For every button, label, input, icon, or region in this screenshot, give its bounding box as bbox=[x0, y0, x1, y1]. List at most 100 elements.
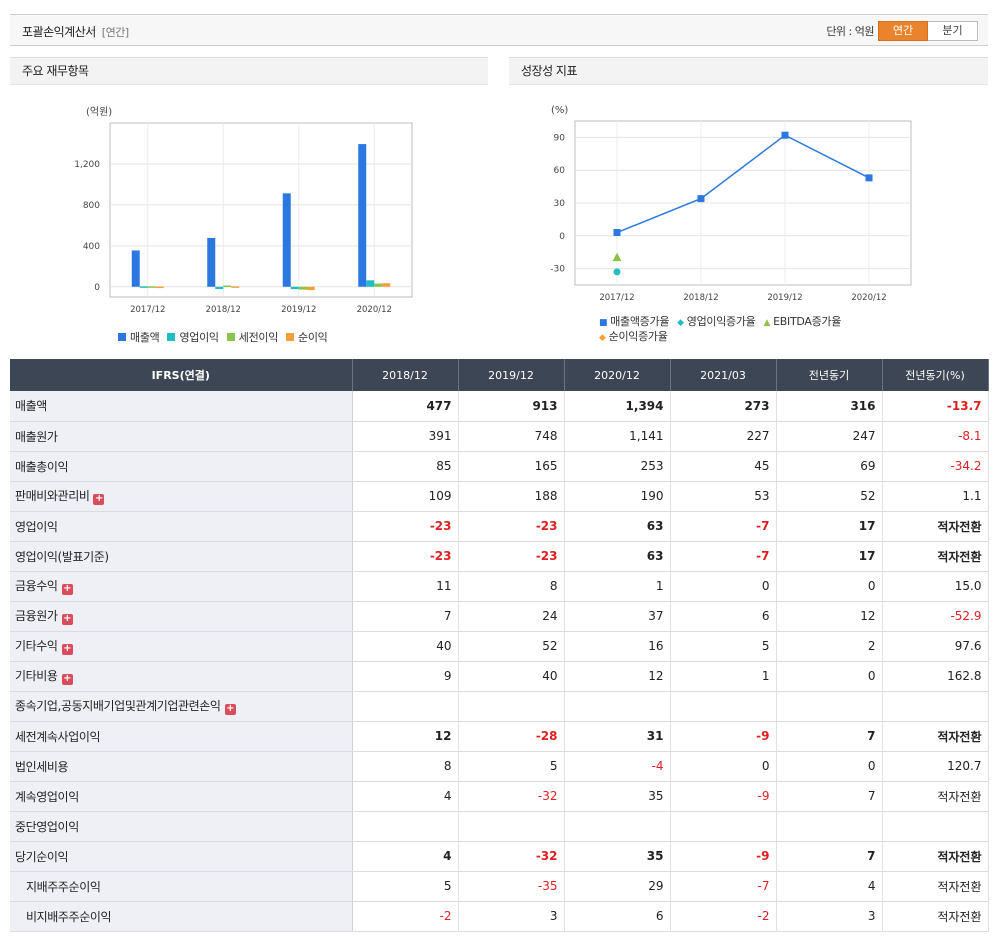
table-cell: -23 bbox=[352, 541, 459, 572]
financial-items-chart: 0 400 800 1,200 2017/12 2018/12 2019/12 2020/12… bbox=[74, 106, 413, 315]
legend-label: EBITDA증가율 bbox=[773, 315, 842, 328]
table-row: 금융원가 +7 24 37 6 12 -52.9 bbox=[10, 601, 989, 632]
legend-marker-icon: ■ bbox=[599, 318, 608, 328]
legend-item[interactable]: ◆ 순이익증가율 bbox=[599, 330, 668, 345]
table-cell: -23 bbox=[458, 541, 565, 572]
bar-순이익[interactable] bbox=[155, 286, 164, 289]
expand-plus-icon[interactable]: + bbox=[61, 584, 73, 595]
table-cell: 35 bbox=[564, 781, 671, 812]
table-cell: 190 bbox=[564, 481, 671, 512]
plot-frame bbox=[109, 122, 413, 298]
table-cell bbox=[670, 811, 777, 842]
expand-plus-icon[interactable]: + bbox=[61, 644, 73, 655]
row-label-text: 지배주주순이익 bbox=[26, 879, 101, 894]
table-cell: -23 bbox=[458, 511, 565, 542]
table-cell: -7 bbox=[670, 871, 777, 902]
y-tick-label: 0 bbox=[94, 283, 100, 293]
bar-영업이익[interactable] bbox=[366, 280, 375, 287]
table-row: 매출총이익 85 165 253 45 69 -34.2 bbox=[10, 451, 989, 482]
bar-영업이익[interactable] bbox=[290, 286, 299, 290]
table-cell: 37 bbox=[564, 601, 671, 632]
legend-item[interactable]: 세전이익 bbox=[226, 329, 278, 345]
row-label: 지배주주순이익 bbox=[10, 871, 353, 902]
table-cell: 적자전환 bbox=[882, 871, 989, 902]
expand-plus-icon[interactable]: + bbox=[61, 674, 73, 685]
toggle-quarterly-button[interactable]: 분기 bbox=[928, 21, 978, 41]
table-cell: 31 bbox=[564, 721, 671, 752]
legend-item[interactable]: ▲ EBITDA증가율 bbox=[764, 315, 842, 330]
table-cell: 4 bbox=[776, 871, 883, 902]
column-header: 2018/12 bbox=[352, 359, 459, 391]
table-cell: 40 bbox=[352, 631, 459, 662]
x-tick-label: 2020/12 bbox=[357, 305, 392, 315]
table-cell: 9 bbox=[352, 661, 459, 692]
point-매출액증가율[interactable] bbox=[781, 131, 789, 139]
expand-plus-icon[interactable]: + bbox=[93, 494, 105, 505]
point-매출액증가율[interactable] bbox=[865, 174, 873, 182]
table-row: 매출액 477 913 1,394 273 316 -13.7 bbox=[10, 391, 989, 422]
row-label-text: 계속영업이익 bbox=[15, 789, 79, 804]
row-label: 법인세비용 bbox=[10, 751, 353, 782]
bar-세전이익[interactable] bbox=[147, 286, 156, 288]
legend-swatch bbox=[286, 333, 295, 341]
expand-plus-icon[interactable]: + bbox=[61, 614, 73, 625]
point-매출액증가율[interactable] bbox=[697, 195, 705, 203]
point-매출액증가율[interactable] bbox=[613, 229, 621, 237]
bar-매출액[interactable] bbox=[131, 250, 140, 287]
x-tick-label: 2018/12 bbox=[206, 305, 241, 315]
table-cell: 0 bbox=[776, 751, 883, 782]
table-cell: -4 bbox=[564, 751, 671, 782]
y-tick-label: 90 bbox=[554, 133, 566, 143]
row-label: 판매비와관리비 + bbox=[10, 481, 353, 512]
legend-item[interactable]: 순이익 bbox=[286, 329, 328, 345]
table-cell: 적자전환 bbox=[882, 841, 989, 872]
table-cell: 12 bbox=[776, 601, 883, 632]
table-cell: 6 bbox=[670, 601, 777, 632]
bar-매출액[interactable] bbox=[358, 144, 367, 287]
bar-순이익[interactable] bbox=[231, 286, 240, 288]
table-cell: 748 bbox=[458, 421, 565, 452]
row-label-text: 금융원가 bbox=[15, 609, 58, 623]
bar-세전이익[interactable] bbox=[298, 286, 307, 290]
bar-순이익[interactable] bbox=[306, 286, 315, 291]
bar-매출액[interactable] bbox=[282, 193, 291, 287]
table-cell: -9 bbox=[670, 781, 777, 812]
legend-item[interactable]: 영업이익 bbox=[167, 329, 219, 345]
expand-plus-icon[interactable]: + bbox=[224, 704, 236, 715]
toggle-annual-button[interactable]: 연간 bbox=[878, 21, 928, 41]
row-label: 세전계속사업이익 bbox=[10, 721, 353, 752]
table-cell: 7 bbox=[776, 781, 883, 812]
bar-영업이익[interactable] bbox=[139, 286, 148, 288]
row-label: 매출원가 bbox=[10, 421, 353, 452]
financial-items-panel: 주요 재무항목 0 400 800 1,200 2017/12 2018/12 2019/1… bbox=[10, 57, 488, 357]
legend-item[interactable]: ◆ 영업이익증가율 bbox=[677, 315, 756, 330]
table-cell: 188 bbox=[458, 481, 565, 512]
bar-영업이익[interactable] bbox=[215, 286, 224, 290]
legend-marker-icon: ◆ bbox=[677, 318, 684, 328]
table-cell: 7 bbox=[776, 841, 883, 872]
table-cell: 247 bbox=[776, 421, 883, 452]
table-cell: -7 bbox=[670, 541, 777, 572]
row-label: 비지배주주순이익 bbox=[10, 901, 353, 932]
row-label: 금융원가 + bbox=[10, 601, 353, 632]
table-row: 종속기업,공동지배기업및관계기업관련손익 + bbox=[10, 691, 989, 722]
table-cell: 3 bbox=[458, 901, 565, 932]
bar-순이익[interactable] bbox=[382, 283, 391, 287]
table-cell: 120.7 bbox=[882, 751, 989, 782]
table-cell: 63 bbox=[564, 511, 671, 542]
table-cell: 69 bbox=[776, 451, 883, 482]
x-tick-label: 2019/12 bbox=[281, 305, 316, 315]
legend-item[interactable]: 매출액 bbox=[118, 329, 160, 345]
table-cell: -9 bbox=[670, 841, 777, 872]
table-cell bbox=[776, 691, 883, 722]
row-label: 종속기업,공동지배기업및관계기업관련손익 + bbox=[10, 691, 353, 722]
bar-세전이익[interactable] bbox=[374, 283, 383, 287]
table-cell: 6 bbox=[564, 901, 671, 932]
table-cell: 253 bbox=[564, 451, 671, 482]
row-label: 계속영업이익 bbox=[10, 781, 353, 812]
legend-item[interactable]: ■ 매출액증가율 bbox=[599, 315, 669, 330]
bar-세전이익[interactable] bbox=[223, 285, 232, 288]
bar-매출액[interactable] bbox=[207, 237, 216, 287]
row-label: 영업이익(발표기준) bbox=[10, 541, 353, 572]
point-영업이익증가율[interactable] bbox=[613, 268, 621, 276]
